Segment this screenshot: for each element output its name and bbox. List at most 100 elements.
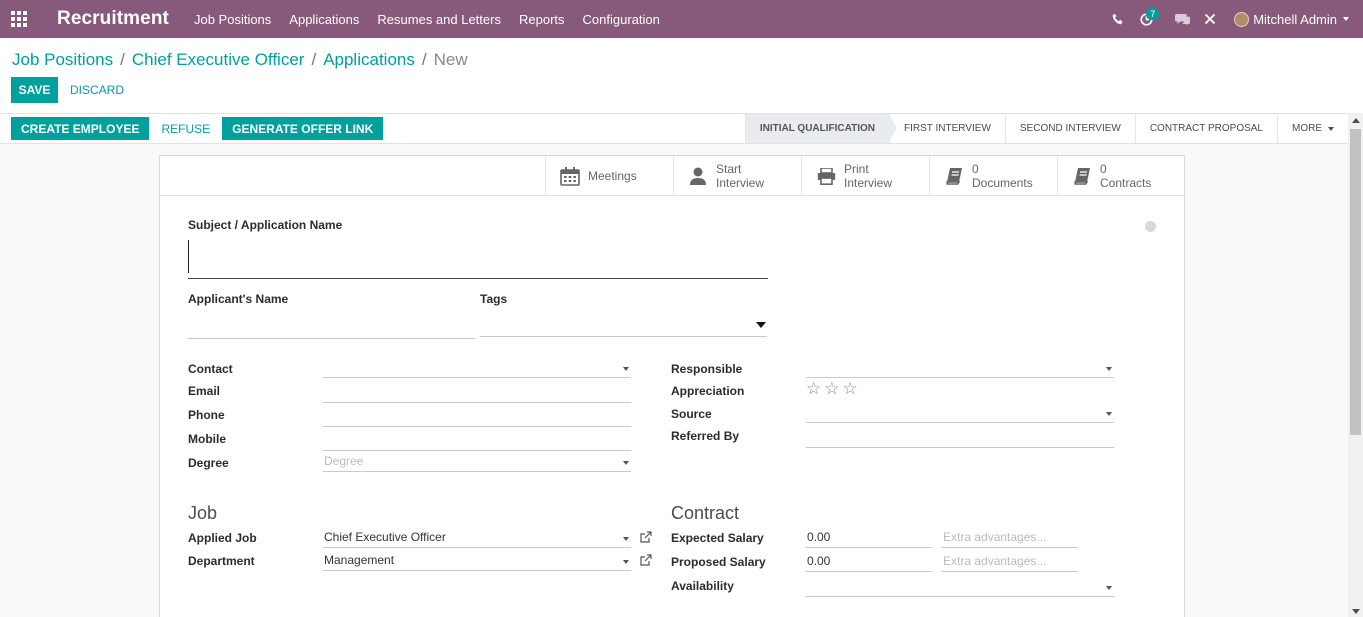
menu-configuration[interactable]: Configuration (583, 12, 660, 27)
breadcrumb-separator: / (120, 50, 125, 69)
contracts-button[interactable]: 0 Contracts (1057, 156, 1185, 196)
expected-salary-label: Expected Salary (671, 531, 764, 545)
external-link-icon[interactable] (640, 554, 652, 569)
tags-select[interactable] (480, 317, 767, 337)
star-icon[interactable]: ☆ (843, 380, 858, 397)
source-select[interactable] (806, 403, 1114, 423)
star-icon[interactable]: ☆ (824, 380, 839, 397)
scroll-down-arrow-icon[interactable] (1352, 609, 1360, 614)
chevron-down-icon (1343, 17, 1349, 21)
expected-extra-advantages-input[interactable]: Extra advantages... (942, 528, 1078, 548)
breadcrumb-current: New (433, 50, 468, 69)
availability-label: Availability (671, 579, 734, 593)
appreciation-stars: ☆ ☆ ☆ (806, 380, 861, 397)
user-menu[interactable]: Mitchell Admin (1234, 11, 1349, 27)
start-interview-button[interactable]: Start Interview (673, 156, 801, 196)
scroll-thumb[interactable] (1350, 129, 1361, 435)
degree-select[interactable]: Degree (323, 452, 631, 472)
top-navbar: Recruitment Job Positions Applications R… (0, 0, 1363, 38)
email-label: Email (188, 384, 221, 398)
menu-job-positions[interactable]: Job Positions (194, 12, 271, 27)
mobile-input[interactable] (323, 431, 631, 451)
stage-contract-proposal[interactable]: CONTRACT PROPOSAL (1134, 114, 1277, 143)
activity-clock-icon[interactable]: 7 (1132, 0, 1160, 38)
breadcrumb: Job Positions / Chief Executive Officer … (12, 50, 468, 70)
start-interview-line1: Start (716, 162, 742, 176)
stage-initial-qualification[interactable]: INITIAL QUALIFICATION (744, 114, 898, 143)
star-icon[interactable]: ☆ (806, 380, 821, 397)
dropdown-caret-icon (623, 461, 629, 465)
proposed-salary-input[interactable]: 0.00 (806, 552, 932, 572)
external-link-icon[interactable] (640, 531, 652, 546)
dropdown-caret-icon (623, 537, 629, 541)
chevron-down-icon (1328, 126, 1334, 131)
create-employee-button[interactable]: CREATE EMPLOYEE (11, 117, 150, 140)
phone-input[interactable] (323, 407, 631, 427)
menu-applications[interactable]: Applications (289, 12, 359, 27)
print-interview-button[interactable]: Print Interview (801, 156, 929, 196)
subject-input[interactable] (188, 240, 768, 279)
activity-count-badge: 7 (1146, 8, 1160, 20)
apps-menu-icon[interactable] (0, 0, 38, 38)
mobile-label: Mobile (188, 432, 226, 446)
vertical-scrollbar[interactable] (1348, 113, 1363, 617)
contract-section-title: Contract (671, 503, 740, 523)
scroll-up-arrow-icon[interactable] (1352, 118, 1360, 123)
documents-count: 0 (972, 162, 979, 176)
generate-offer-link-button[interactable]: GENERATE OFFER LINK (222, 117, 384, 140)
breadcrumb-job[interactable]: Chief Executive Officer (132, 50, 305, 70)
save-button[interactable]: SAVE (11, 77, 58, 103)
form-sheet: Meetings Start Interview Print Interview 0… (159, 155, 1185, 617)
stage-more-dropdown[interactable]: MORE (1277, 114, 1348, 143)
app-title[interactable]: Recruitment (57, 8, 169, 30)
print-interview-line1: Print (844, 162, 869, 176)
job-section-title: Job (188, 503, 218, 523)
documents-label: Documents (972, 176, 1033, 190)
tools-icon[interactable] (1196, 0, 1224, 38)
referred-by-label: Referred By (671, 429, 740, 443)
user-icon (688, 166, 708, 186)
documents-button[interactable]: 0 Documents (929, 156, 1057, 196)
refuse-button[interactable]: REFUSE (151, 117, 220, 140)
stage-first-interview[interactable]: FIRST INTERVIEW (889, 114, 1005, 143)
email-input[interactable] (323, 383, 631, 403)
dropdown-caret-icon (1106, 412, 1112, 416)
menu-resumes-and-letters[interactable]: Resumes and Letters (377, 12, 501, 27)
statusbar: CREATE EMPLOYEE REFUSE GENERATE OFFER LI… (0, 113, 1348, 144)
form-actions: SAVE DISCARD (11, 77, 134, 103)
chat-icon[interactable] (1168, 0, 1196, 38)
meetings-button[interactable]: Meetings (545, 156, 673, 196)
applied-job-label: Applied Job (188, 531, 257, 545)
book-icon (1072, 166, 1092, 186)
smart-button-box: Meetings Start Interview Print Interview 0… (160, 156, 1184, 196)
print-interview-line2: Interview (844, 176, 893, 190)
menu-reports[interactable]: Reports (519, 12, 565, 27)
applied-job-value: Chief Executive Officer (324, 530, 446, 544)
responsible-label: Responsible (671, 362, 743, 376)
availability-date-input[interactable] (806, 577, 1114, 597)
contracts-count: 0 (1100, 162, 1107, 176)
responsible-select[interactable] (806, 358, 1114, 378)
contact-select[interactable] (323, 358, 631, 378)
applied-job-select[interactable]: Chief Executive Officer (323, 528, 631, 548)
phone-icon[interactable] (1104, 0, 1132, 38)
department-select[interactable]: Management (323, 551, 631, 571)
dropdown-caret-icon (623, 367, 629, 371)
stage-second-interview[interactable]: SECOND INTERVIEW (1004, 114, 1135, 143)
user-name: Mitchell Admin (1253, 11, 1337, 27)
breadcrumb-separator: / (311, 50, 317, 69)
breadcrumb-job-positions[interactable]: Job Positions (12, 50, 113, 70)
discard-button[interactable]: DISCARD (60, 77, 134, 103)
expected-salary-input[interactable]: 0.00 (806, 528, 932, 548)
avatar (1234, 11, 1250, 27)
meetings-label: Meetings (588, 169, 637, 183)
phone-label: Phone (188, 408, 225, 422)
kanban-state-indicator[interactable] (1145, 221, 1156, 232)
applicant-name-input[interactable] (188, 319, 475, 339)
proposed-extra-advantages-input[interactable]: Extra advantages... (942, 552, 1078, 572)
breadcrumb-applications[interactable]: Applications (323, 50, 415, 70)
department-label: Department (188, 554, 255, 568)
source-label: Source (671, 407, 712, 421)
subject-label: Subject / Application Name (188, 218, 343, 232)
referred-by-input[interactable] (806, 428, 1114, 448)
